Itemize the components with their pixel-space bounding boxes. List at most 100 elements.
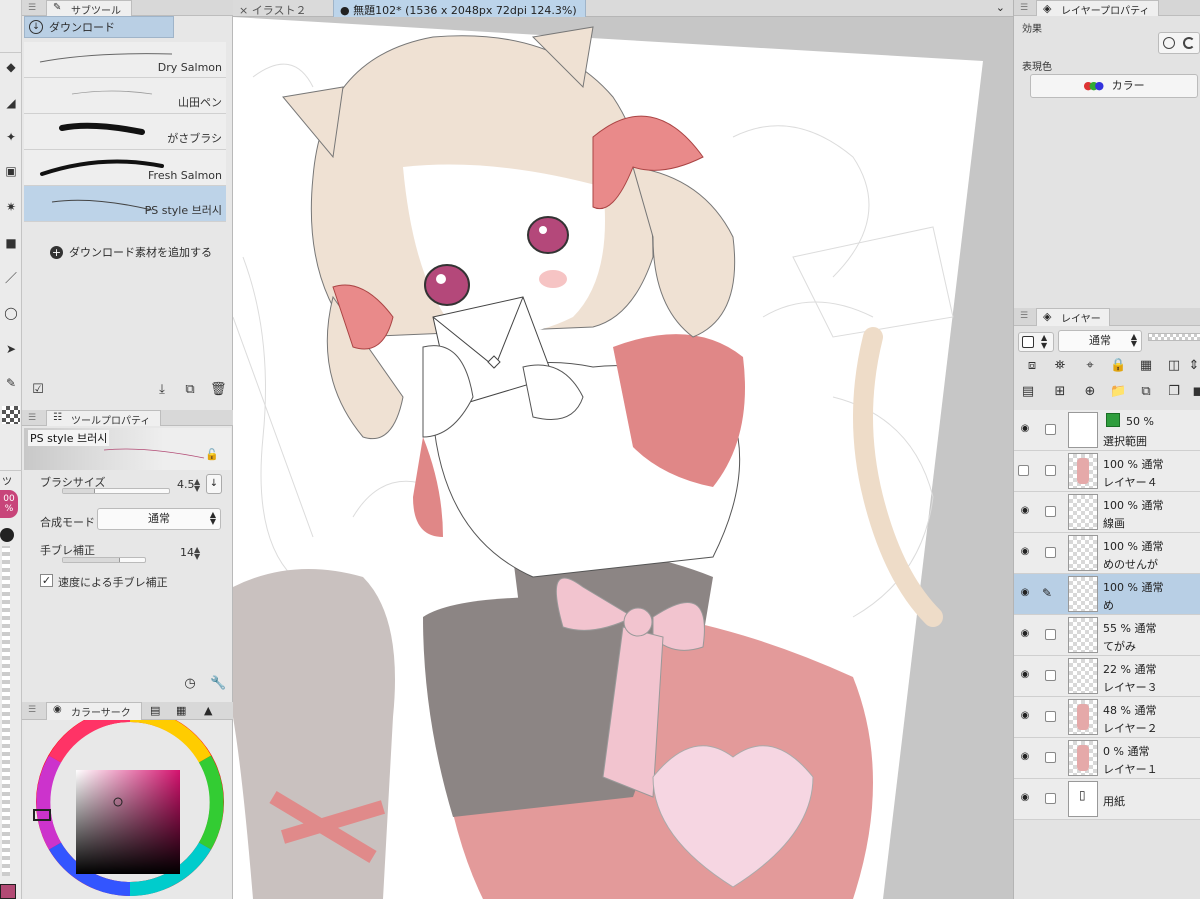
- layer-row[interactable]: ◉ 50 % 選択範囲: [1014, 410, 1200, 451]
- panel-grip-icon[interactable]: ☰: [28, 3, 36, 13]
- speed-stabilization-checkbox[interactable]: ✓: [40, 574, 53, 587]
- tab-tool-property[interactable]: ☷ ツールプロパティ: [46, 410, 162, 427]
- download-group-header[interactable]: ↓ ダウンロード: [24, 16, 174, 38]
- stabilization-value[interactable]: 14: [180, 546, 194, 559]
- new-folder-icon[interactable]: 📁: [1110, 384, 1126, 400]
- mask-enable-icon[interactable]: ◫: [1166, 358, 1182, 374]
- expression-color-button[interactable]: ●●● カラー: [1030, 74, 1198, 98]
- mask-icon[interactable]: ◼: [1190, 384, 1200, 400]
- line-tool-icon[interactable]: ／: [2, 268, 20, 286]
- visibility-eye-icon[interactable]: ◉: [1018, 669, 1032, 681]
- visibility-eye-icon[interactable]: ◉: [1018, 587, 1032, 599]
- layer-select-checkbox[interactable]: [1045, 465, 1056, 476]
- brush-item-yamada-pen[interactable]: 山田ペン: [24, 78, 226, 114]
- intermediate-color-tab-icon[interactable]: ▲: [204, 704, 212, 717]
- lock-icon[interactable]: 🔓: [205, 448, 219, 461]
- layer-select-checkbox[interactable]: [1045, 506, 1056, 517]
- sub-tool-settings-icon[interactable]: ☑: [30, 382, 46, 398]
- visibility-eye-icon[interactable]: ◉: [1018, 710, 1032, 722]
- transparent-color-icon[interactable]: [2, 406, 20, 424]
- add-download-material-button[interactable]: + ダウンロード素材を追加する: [50, 244, 212, 260]
- panel-grip-icon[interactable]: ☰: [28, 705, 36, 715]
- layer-opacity-slider[interactable]: [1148, 333, 1200, 341]
- gradient-tool-icon[interactable]: ■: [2, 234, 20, 252]
- visibility-eye-icon[interactable]: ◉: [1018, 628, 1032, 640]
- tone-effect-icon[interactable]: [1183, 37, 1195, 49]
- eraser-tool-icon[interactable]: ◢: [2, 94, 20, 112]
- lock-transparency-icon[interactable]: ▦: [1138, 358, 1154, 374]
- layer-row[interactable]: ◉ ✎ 100 % 通常め: [1014, 574, 1200, 615]
- artwork-canvas[interactable]: [233, 17, 1013, 899]
- select-tool-icon[interactable]: ➤: [2, 340, 20, 358]
- fill-tool-icon[interactable]: ◆: [2, 58, 20, 76]
- layer-row[interactable]: ◉ 48 % 通常 レイヤー２: [1014, 697, 1200, 738]
- layer-select-checkbox[interactable]: [1045, 752, 1056, 763]
- visibility-eye-icon[interactable]: ◉: [1018, 792, 1032, 804]
- duplicate-icon[interactable]: ⧉: [182, 382, 198, 398]
- brush-item-fresh-salmon[interactable]: Fresh Salmon: [24, 150, 226, 186]
- merge-down-icon[interactable]: ⧉: [1138, 384, 1154, 400]
- new-vector-layer-icon[interactable]: ⊕: [1082, 384, 1098, 400]
- decoration-tool-icon[interactable]: ✷: [2, 198, 20, 216]
- transform-tool-icon[interactable]: ▣: [2, 162, 20, 180]
- stabilization-spinner[interactable]: ▲ ▼: [194, 546, 200, 561]
- lock-layer-icon[interactable]: 🔒: [1110, 358, 1126, 374]
- color-slider-tab-icon[interactable]: ▤: [150, 704, 160, 717]
- document-tab-active[interactable]: ● 無題102* (1536 x 2048px 72dpi 124.3%): [333, 0, 586, 17]
- layer-select-checkbox[interactable]: [1045, 793, 1056, 804]
- visibility-checkbox[interactable]: [1018, 465, 1029, 476]
- blend-mode-select[interactable]: 通常 ▲ ▼: [97, 508, 221, 530]
- ellipse-tool-icon[interactable]: ◯: [2, 304, 20, 322]
- chevron-down-icon[interactable]: ⌄: [996, 1, 1005, 14]
- visibility-eye-icon[interactable]: ◉: [1018, 423, 1032, 435]
- visibility-eye-icon[interactable]: ◉: [1018, 751, 1032, 763]
- panel-grip-icon[interactable]: ☰: [28, 413, 36, 423]
- layer-select-checkbox[interactable]: [1045, 547, 1056, 558]
- tab-layer-property[interactable]: ◈ レイヤープロパティ: [1036, 0, 1159, 17]
- layer-panel-menu-icon[interactable]: ▤: [1020, 384, 1036, 400]
- layer-row[interactable]: ◉ 0 % 通常 レイヤー１: [1014, 738, 1200, 779]
- draft-layer-icon[interactable]: ⌖: [1082, 358, 1098, 374]
- layer-blend-mode-select[interactable]: 通常 ▲ ▼: [1058, 330, 1142, 352]
- wrench-icon[interactable]: 🔧: [210, 676, 226, 692]
- brush-size-value[interactable]: 4.5: [177, 478, 195, 491]
- layer-color-toggle[interactable]: ▲ ▼: [1018, 332, 1054, 352]
- layer-select-checkbox[interactable]: [1045, 629, 1056, 640]
- color-wheel[interactable]: [24, 708, 231, 899]
- layer-select-checkbox[interactable]: [1045, 711, 1056, 722]
- new-raster-layer-icon[interactable]: ⊞: [1052, 384, 1068, 400]
- import-icon[interactable]: ⤓: [154, 382, 170, 398]
- trash-icon[interactable]: 🗑: [210, 382, 227, 398]
- clip-icon[interactable]: ⧈: [1024, 358, 1040, 374]
- reference-layer-icon[interactable]: ⛯: [1052, 358, 1068, 374]
- layer-row[interactable]: 100 % 通常 レイヤー４: [1014, 451, 1200, 492]
- opacity-slider[interactable]: [2, 546, 10, 876]
- close-icon[interactable]: ×: [239, 4, 248, 17]
- brush-item-gasa-brush[interactable]: がさブラシ: [24, 114, 226, 150]
- visibility-eye-icon[interactable]: ◉: [1018, 546, 1032, 558]
- reset-icon[interactable]: ◷: [182, 676, 198, 692]
- brush-item-dry-salmon[interactable]: Dry Salmon: [24, 42, 226, 78]
- opacity-knob[interactable]: [0, 528, 14, 542]
- layer-row[interactable]: ◉ 55 % 通常 てがみ: [1014, 615, 1200, 656]
- chevron-updown-icon[interactable]: ⇕: [1186, 358, 1200, 374]
- brush-item-ps-style[interactable]: PS style 브러시: [24, 186, 226, 222]
- tab-sub-tool[interactable]: ✎ サブツール: [46, 0, 132, 17]
- visibility-eye-icon[interactable]: ◉: [1018, 505, 1032, 517]
- brush-size-spinner[interactable]: ▲ ▼: [194, 478, 200, 493]
- canvas-area[interactable]: × イラスト２ ● 無題102* (1536 x 2048px 72dpi 12…: [233, 0, 1013, 899]
- copy-layer-icon[interactable]: ❐: [1166, 384, 1182, 400]
- document-tab[interactable]: × イラスト２: [233, 0, 315, 17]
- brush-size-slider[interactable]: [62, 488, 170, 494]
- current-color-swatch[interactable]: [0, 884, 16, 899]
- layer-row[interactable]: ◉ 22 % 通常 レイヤー３: [1014, 656, 1200, 697]
- sparkle-tool-icon[interactable]: ✦: [2, 128, 20, 146]
- tab-color-circle[interactable]: ◉ カラーサーク: [46, 702, 142, 720]
- layer-row[interactable]: ◉ 100 % 通常 めのせんが: [1014, 533, 1200, 574]
- tab-layer[interactable]: ◈ レイヤー: [1036, 308, 1110, 326]
- layer-select-checkbox[interactable]: [1045, 424, 1056, 435]
- panel-grip-icon[interactable]: ☰: [1020, 311, 1028, 321]
- border-effect-icon[interactable]: [1163, 37, 1175, 49]
- stabilization-slider[interactable]: [62, 557, 146, 563]
- layer-select-checkbox[interactable]: [1045, 670, 1056, 681]
